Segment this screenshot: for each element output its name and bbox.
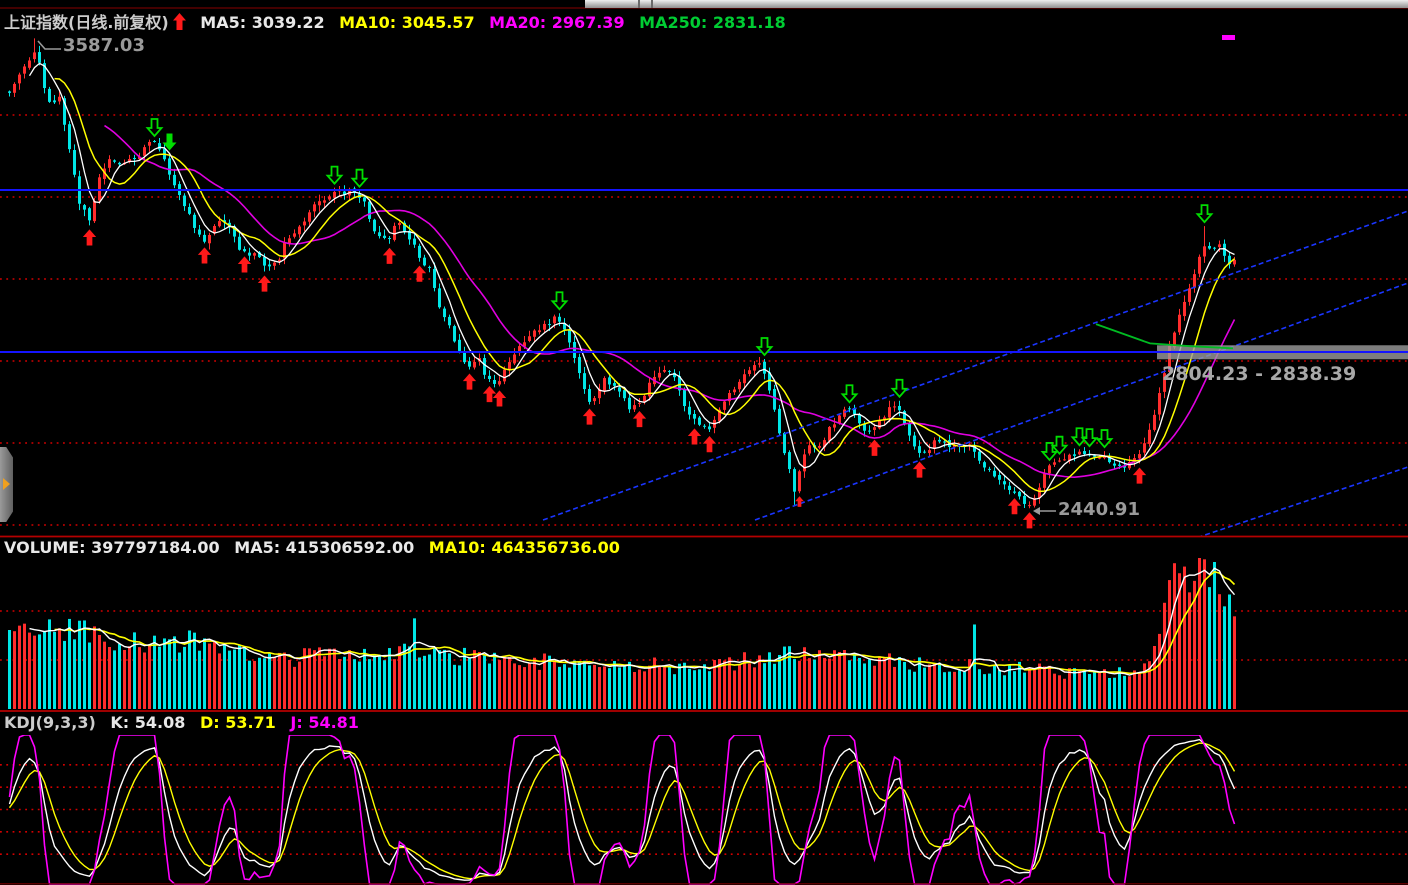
volume-ma5-value: MA5: 415306592.00 — [234, 538, 414, 557]
sell-arrow-icon — [353, 170, 367, 187]
low-price-label: 2440.91 — [1058, 499, 1140, 520]
drawing-marker — [1222, 35, 1235, 40]
buy-arrow-icon — [483, 386, 496, 402]
up-arrow-icon — [173, 13, 186, 34]
volume-pane — [0, 558, 1408, 709]
overlays — [0, 8, 1408, 884]
buy-arrow-icon — [463, 373, 476, 389]
ma5-value: MA5: 3039.22 — [200, 13, 324, 32]
ma250-value: MA250: 2831.18 — [639, 13, 786, 32]
buy-arrow-icon — [83, 229, 96, 245]
kdj-j-value: J: 54.81 — [290, 713, 359, 732]
sell-arrow-icon — [843, 385, 857, 402]
toolbar-divider-icon — [651, 0, 653, 8]
price-pane — [0, 38, 1408, 540]
stock-chart-canvas[interactable] — [0, 0, 1408, 885]
trend-line — [755, 283, 1408, 520]
low-leader-arrow — [1033, 507, 1040, 515]
sell-arrow-icon — [1098, 430, 1112, 447]
peak-leader-line — [38, 41, 61, 49]
sell-arrow-icon — [148, 119, 162, 136]
buy-arrow-icon — [1008, 498, 1021, 514]
ma20-value: MA20: 2967.39 — [489, 13, 624, 32]
buy-arrow-icon — [583, 408, 596, 424]
sell-arrow-icon — [328, 167, 342, 184]
kdj-d-value: D: 53.71 — [200, 713, 276, 732]
buy-arrow-icon — [1023, 512, 1036, 528]
symbol-title[interactable]: 上证指数(日线.前复权) — [4, 13, 169, 32]
peak-price-label: 3587.03 — [63, 35, 145, 56]
sidebar-expand-handle[interactable] — [0, 447, 13, 522]
buy-arrow-icon — [413, 266, 426, 282]
ma10-value: MA10: 3045.57 — [339, 13, 474, 32]
buy-arrow-icon — [383, 248, 396, 264]
gap-band-label: 2804.23 - 2838.39 — [1162, 363, 1356, 385]
buy-arrow-icon — [633, 411, 646, 427]
sell-arrow-icon — [893, 380, 907, 397]
trend-line — [1190, 467, 1408, 540]
buy-arrow-icon — [1133, 468, 1146, 484]
buy-arrow-icon — [258, 275, 271, 291]
buy-arrow-icon — [198, 247, 211, 263]
kdj-pane-header: KDJ(9,3,3) K: 54.08 D: 53.71 J: 54.81 — [4, 713, 368, 732]
sell-arrow-icon — [553, 292, 567, 309]
kdj-indicator-name[interactable]: KDJ(9,3,3) — [4, 713, 96, 732]
buy-arrow-icon — [868, 440, 881, 456]
kdj-pane — [0, 735, 1408, 884]
volume-value: VOLUME: 397797184.00 — [4, 538, 220, 557]
buy-arrow-icon — [703, 436, 716, 452]
sell-arrow-icon — [1198, 205, 1212, 222]
buy-arrow-icon — [688, 428, 701, 444]
toolbar-divider-icon — [638, 0, 640, 8]
kdj-k-value: K: 54.08 — [110, 713, 185, 732]
toolbar-bottom-edge — [585, 0, 1408, 8]
expand-arrow-icon — [3, 478, 10, 490]
volume-pane-header: VOLUME: 397797184.00 MA5: 415306592.00 M… — [4, 538, 629, 557]
volume-ma10-value: MA10: 464356736.00 — [429, 538, 620, 557]
buy-arrow-icon — [913, 462, 926, 478]
price-pane-header: 上证指数(日线.前复权) MA5: 3039.22 MA10: 3045.57 … — [4, 9, 795, 34]
